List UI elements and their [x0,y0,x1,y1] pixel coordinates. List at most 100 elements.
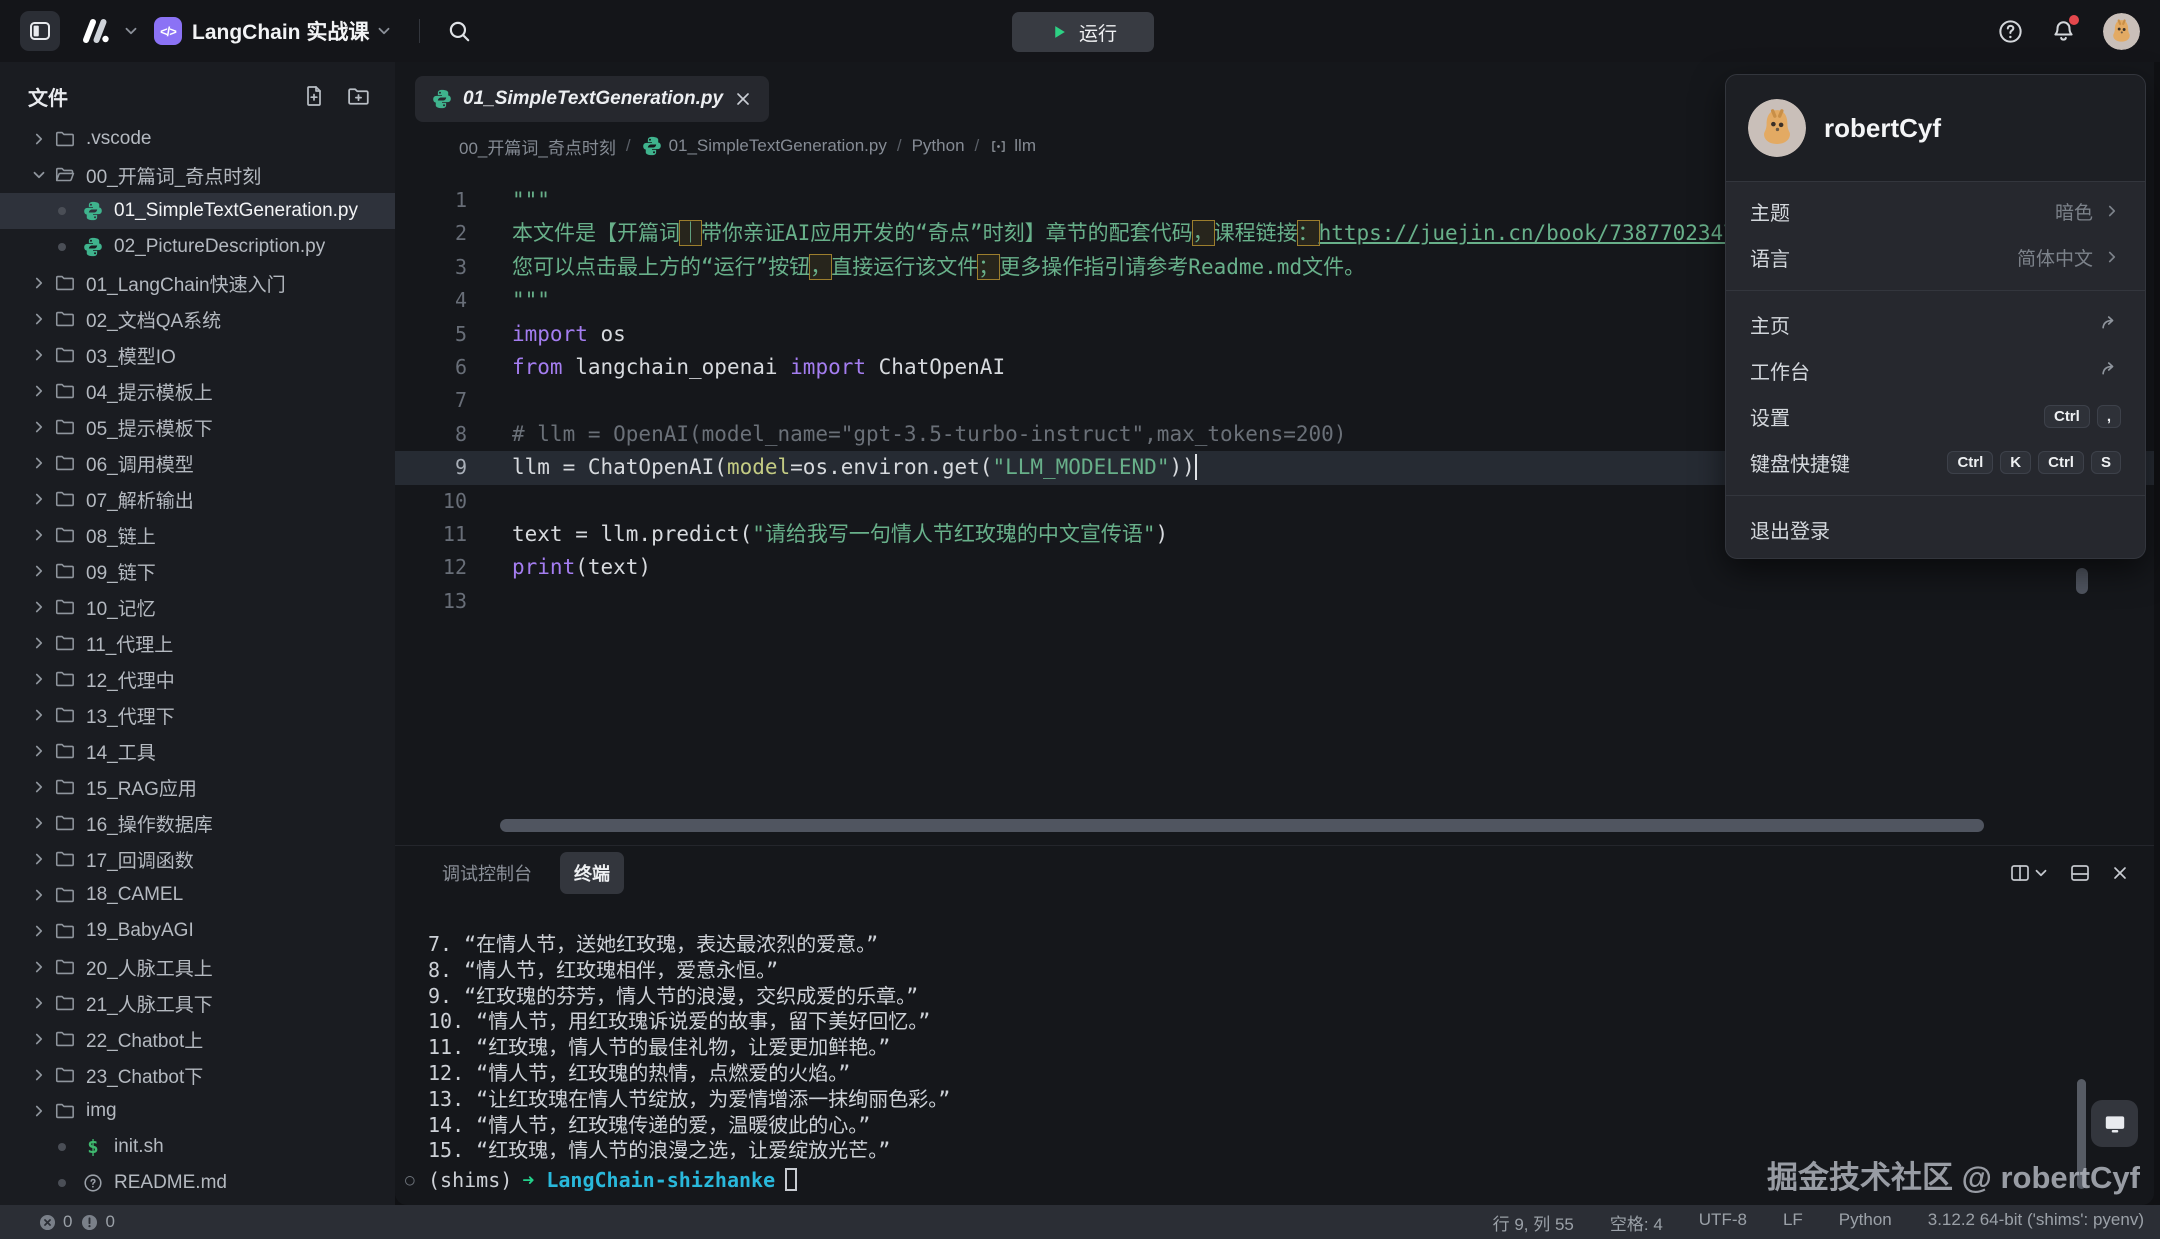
file-tree-item[interactable]: 08_链上 [0,517,395,553]
file-tree-item[interactable]: 14_工具 [0,733,395,769]
file-tree-item[interactable]: 22_Chatbot上 [0,1021,395,1057]
file-tree-item[interactable]: 07_解析输出 [0,481,395,517]
file-tree-item[interactable]: 20_人脉工具上 [0,949,395,985]
status-encoding[interactable]: UTF-8 [1699,1210,1747,1235]
file-tree-item[interactable]: 13_代理下 [0,697,395,733]
folder-icon [54,1064,76,1086]
topbar-divider [419,19,420,43]
file-tree-item[interactable]: 12_代理中 [0,661,395,697]
problems-warnings[interactable]: 0 [80,1212,114,1232]
new-file-icon[interactable] [302,84,326,109]
problems-errors[interactable]: 0 [38,1212,72,1232]
breadcrumb-item[interactable]: 00_开篇词_奇点时刻 [459,134,616,159]
toggle-sidebar-button[interactable] [20,11,60,51]
chevron-right-icon [30,706,48,724]
status-python-interpreter[interactable]: 3.12.2 64-bit ('shims': pyenv) [1928,1210,2144,1235]
status-indentation[interactable]: 空格: 4 [1610,1210,1663,1235]
editor-tab[interactable]: 01_SimpleTextGeneration.py [415,76,769,122]
file-tree-item[interactable]: 02_PictureDescription.py [0,229,395,265]
maximize-panel-button[interactable] [2068,861,2092,885]
chevron-down-icon [2032,864,2050,882]
text-cursor [1195,454,1197,480]
file-tree-label: 02_文档QA系统 [86,306,221,333]
file-tree-item[interactable]: README.md [0,1165,395,1201]
keycap: Ctrl [2038,451,2084,474]
file-tree-label: 01_SimpleTextGeneration.py [114,200,358,222]
editor-vertical-scrollbar[interactable] [2076,568,2088,594]
new-folder-icon[interactable] [346,84,371,109]
file-tree-label: init.sh [114,1136,164,1158]
file-tree-label: 13_代理下 [86,702,175,729]
file-tree-item[interactable]: 18_CAMEL [0,877,395,913]
file-tree-item[interactable]: .vscode [0,121,395,157]
folder-icon [54,992,76,1014]
tab-terminal[interactable]: 终端 [560,852,624,894]
menu-item-workbench[interactable]: 工作台 [1726,347,2145,393]
breadcrumb-item[interactable]: llm [989,136,1036,156]
file-tree-item[interactable]: 21_人脉工具下 [0,985,395,1021]
file-tree-item[interactable]: 06_调用模型 [0,445,395,481]
tab-debug-console[interactable]: 调试控制台 [428,852,546,894]
file-tree-item[interactable]: 15_RAG应用 [0,769,395,805]
new-file-icon [302,84,326,108]
file-tree-item[interactable]: 10_记忆 [0,589,395,625]
file-tree-item[interactable]: 01_LangChain快速入门 [0,265,395,301]
code-line: 13 [395,585,2154,618]
run-button[interactable]: 运行 [1012,12,1154,52]
editor-horizontal-scrollbar[interactable] [500,819,1984,832]
preview-window-button[interactable] [2091,1100,2138,1147]
menu-item-theme[interactable]: 主题暗色 [1726,188,2145,234]
user-avatar[interactable] [2103,13,2140,50]
menu-item-home[interactable]: 主页 [1726,301,2145,347]
status-language-mode[interactable]: Python [1839,1210,1892,1235]
file-tree-item[interactable]: 17_回调函数 [0,841,395,877]
file-tree-item[interactable]: 11_代理上 [0,625,395,661]
status-right: 行 9, 列 55 空格: 4 UTF-8 LF Python 3.12.2 64-bit… [1493,1210,2160,1235]
breadcrumb-item[interactable]: 01_SimpleTextGeneration.py [641,135,887,157]
file-tree-label: 17_回调函数 [86,846,194,873]
file-tree-item[interactable]: $init.sh [0,1129,395,1165]
menu-item-keyboard-shortcuts[interactable]: 键盘快捷键CtrlKCtrlS [1726,439,2145,485]
folder-icon [54,128,76,150]
search-icon[interactable] [446,18,472,44]
menu-item-logout[interactable]: 退出登录 [1726,506,2145,552]
file-tree-item[interactable]: 02_文档QA系统 [0,301,395,337]
menu-item-settings[interactable]: 设置Ctrl, [1726,393,2145,439]
file-tree-item[interactable]: 01_SimpleTextGeneration.py [0,193,395,229]
status-cursor-position[interactable]: 行 9, 列 55 [1493,1210,1574,1235]
file-tree-item[interactable]: 04_提示模板上 [0,373,395,409]
close-tab-icon[interactable] [733,89,753,109]
file-tree-label: 08_链上 [86,522,156,549]
split-terminal-button[interactable] [2008,861,2050,885]
file-tree-item[interactable]: 05_提示模板下 [0,409,395,445]
file-tree-item[interactable]: 00_开篇词_奇点时刻 [0,157,395,193]
close-panel-button[interactable] [2110,863,2130,883]
menu-item-language[interactable]: 语言简体中文 [1726,234,2145,280]
line-number: 9 [395,451,467,484]
file-tree-item[interactable]: img [0,1093,395,1129]
watermark: 掘金技术社区 @ robertCyf [1767,1152,2140,1197]
menu-item-label: 键盘快捷键 [1750,448,1850,477]
external-link-icon [2099,359,2121,381]
bottom-panel: 调试控制台 终端 7. “在情人节，送她红玫瑰，表达最浓烈的爱意。”8. “情人… [395,845,2154,1205]
doge-avatar-icon [2103,13,2140,50]
project-switcher[interactable]: </> LangChain 实战课 [154,16,393,46]
file-tree-item[interactable]: 16_操作数据库 [0,805,395,841]
breadcrumb-item[interactable]: Python [912,136,965,156]
file-tree-label: 16_操作数据库 [86,810,213,837]
file-tree-label: 00_开篇词_奇点时刻 [86,162,261,189]
file-tree-item[interactable]: 09_链下 [0,553,395,589]
file-tree-item[interactable]: 19_BabyAGI [0,913,395,949]
modified-dot [58,243,66,251]
line-number: 5 [395,318,467,351]
status-eol[interactable]: LF [1783,1210,1803,1235]
file-tree-label: 09_链下 [86,558,156,585]
chevron-right-icon [30,742,48,760]
file-tree-item[interactable]: 03_模型IO [0,337,395,373]
help-icon[interactable] [1997,18,2024,45]
app-logo[interactable] [74,16,140,46]
file-tree-label: 14_工具 [86,738,156,765]
file-tree-item[interactable]: 23_Chatbot下 [0,1057,395,1093]
notifications-button[interactable] [2050,18,2077,45]
user-menu-avatar [1748,99,1806,157]
